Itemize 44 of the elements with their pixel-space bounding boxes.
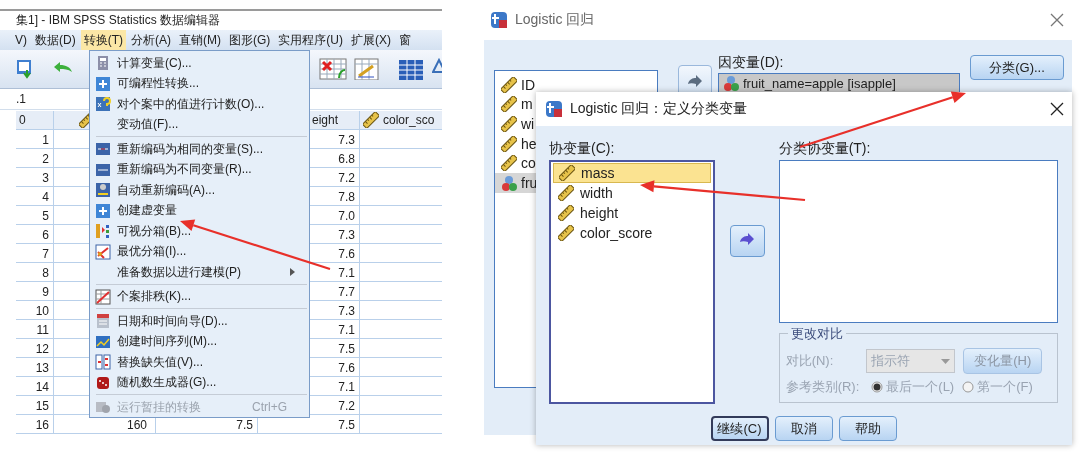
row-number: 3 bbox=[42, 171, 49, 185]
row-number: 11 bbox=[36, 323, 49, 337]
table-cell: 6.8 bbox=[338, 152, 355, 166]
table-cell: 7.3 bbox=[338, 228, 355, 242]
table-cell: 7.3 bbox=[338, 304, 355, 318]
shortcut-label: Ctrl+G bbox=[252, 400, 287, 415]
row-number: 15 bbox=[35, 399, 49, 413]
table-cell: 7.6 bbox=[338, 361, 355, 375]
window-title: Logistic 回归：定义分类变量 bbox=[570, 100, 748, 118]
row-number: 4 bbox=[42, 190, 49, 204]
table-cell: 7.6 bbox=[338, 247, 355, 261]
table-cell: 7.2 bbox=[338, 171, 355, 185]
row-number: 16 bbox=[35, 418, 49, 432]
table-cell: 7.5 bbox=[338, 418, 355, 432]
table-cell: 7.1 bbox=[338, 323, 355, 337]
table-cell: 7.0 bbox=[338, 209, 355, 223]
field-label: 参考类别(R): bbox=[785, 378, 860, 396]
table-cell: 7.2 bbox=[338, 399, 355, 413]
row-number: 9 bbox=[42, 285, 49, 299]
table-cell: 160 bbox=[126, 418, 147, 432]
row-number: 12 bbox=[35, 342, 49, 356]
table-cell: 7.5 bbox=[236, 418, 253, 432]
row-number: 1 bbox=[42, 133, 49, 147]
table-cell: 7.3 bbox=[338, 133, 355, 147]
row-number: 6 bbox=[42, 228, 49, 242]
field-label: 协变量(C): bbox=[549, 140, 616, 158]
table-cell: 7.8 bbox=[338, 190, 355, 204]
row-number: 8 bbox=[42, 266, 49, 280]
field-label: 因变量(D): bbox=[718, 54, 785, 72]
table-cell: 7.5 bbox=[338, 342, 355, 356]
table-cell: 7.1 bbox=[338, 380, 355, 394]
row-number: 2 bbox=[42, 152, 49, 166]
table-cell: 7.7 bbox=[338, 285, 355, 299]
field-label: 分类协变量(T): bbox=[778, 140, 872, 158]
window-title: 集1] - IBM SPSS Statistics 数据编辑器 bbox=[15, 12, 222, 29]
field-label: 对比(N): bbox=[785, 352, 834, 370]
window-title: Logistic 回归 bbox=[515, 11, 595, 29]
row-number: 7 bbox=[42, 247, 49, 261]
table-cell: 7.1 bbox=[338, 266, 355, 280]
row-number: 5 bbox=[42, 209, 49, 223]
row-number: 13 bbox=[35, 361, 49, 375]
row-number: 14 bbox=[35, 380, 49, 394]
row-number: 10 bbox=[35, 304, 49, 318]
group-title: 更改对比 bbox=[787, 325, 846, 343]
